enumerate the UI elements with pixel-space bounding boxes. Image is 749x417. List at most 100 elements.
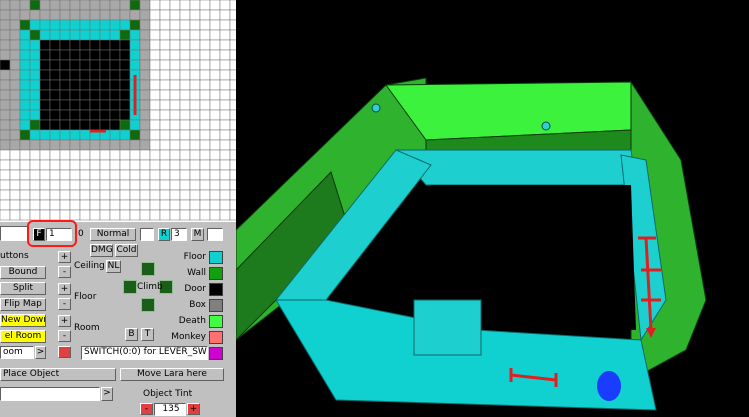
grid-cell[interactable] (209, 139, 221, 151)
grid-cell[interactable] (219, 39, 231, 51)
grid-cell[interactable] (99, 29, 111, 41)
grid-cell[interactable] (49, 139, 61, 151)
grid-cell[interactable] (29, 19, 41, 31)
grid-cell[interactable] (159, 0, 171, 11)
grid-cell[interactable] (109, 49, 121, 61)
grid-cell[interactable] (119, 129, 131, 141)
grid-cell[interactable] (149, 59, 161, 71)
grid-cell[interactable] (89, 69, 101, 81)
grid-cell[interactable] (209, 89, 221, 101)
grid-cell[interactable] (169, 179, 181, 191)
grid-cell[interactable] (159, 29, 171, 41)
grid-cell[interactable] (129, 19, 141, 31)
grid-cell[interactable] (169, 189, 181, 201)
grid-cell[interactable] (0, 199, 11, 211)
grid-cell[interactable] (59, 169, 71, 181)
grid-cell[interactable] (79, 139, 91, 151)
grid-cell[interactable] (79, 179, 91, 191)
grid-cell[interactable] (0, 169, 11, 181)
m-button[interactable]: M (191, 228, 204, 241)
grid-cell[interactable] (69, 9, 81, 21)
grid-cell[interactable] (189, 179, 201, 191)
grid-cell[interactable] (89, 169, 101, 181)
grid-cell[interactable] (149, 19, 161, 31)
grid-cell[interactable] (79, 0, 91, 11)
grid-cell[interactable] (99, 99, 111, 111)
grid-cell[interactable] (159, 149, 171, 161)
grid-cell[interactable] (29, 0, 41, 11)
grid-cell[interactable] (219, 129, 231, 141)
grid-cell[interactable] (49, 69, 61, 81)
grid-cell[interactable] (59, 69, 71, 81)
grid-cell[interactable] (209, 19, 221, 31)
tint-value-field[interactable]: 135 (154, 403, 186, 416)
grid-cell[interactable] (179, 89, 191, 101)
grid-cell[interactable] (119, 9, 131, 21)
grid-cell[interactable] (29, 179, 41, 191)
grid-cell[interactable] (99, 9, 111, 21)
grid-cell[interactable] (149, 199, 161, 211)
grid-cell[interactable] (0, 89, 11, 101)
grid-cell[interactable] (0, 119, 11, 131)
grid-cell[interactable] (149, 119, 161, 131)
grid-cell[interactable] (179, 19, 191, 31)
grid-cell[interactable] (29, 49, 41, 61)
grid-cell[interactable] (109, 9, 121, 21)
grid-cell[interactable] (189, 29, 201, 41)
grid-cell[interactable] (99, 59, 111, 71)
grid-cell[interactable] (99, 69, 111, 81)
grid-cell[interactable] (9, 179, 21, 191)
grid-cell[interactable] (0, 99, 11, 111)
grid-cell[interactable] (39, 179, 51, 191)
grid-cell[interactable] (99, 49, 111, 61)
grid-cell[interactable] (129, 59, 141, 71)
grid-cell[interactable] (29, 139, 41, 151)
grid-cell[interactable] (139, 119, 151, 131)
grid-cell[interactable] (129, 39, 141, 51)
grid-cell[interactable] (39, 99, 51, 111)
grid-cell[interactable] (19, 159, 31, 171)
grid-cell[interactable] (189, 209, 201, 221)
grid-cell[interactable] (139, 59, 151, 71)
grid-cell[interactable] (89, 139, 101, 151)
grid-cell[interactable] (0, 39, 11, 51)
grid-cell[interactable] (69, 189, 81, 201)
room-toggle[interactable]: R (158, 228, 170, 241)
grid-cell[interactable] (189, 109, 201, 121)
grid-cell[interactable] (159, 199, 171, 211)
grid-cell[interactable] (209, 49, 221, 61)
grid-cell[interactable] (69, 69, 81, 81)
grid-cell[interactable] (159, 99, 171, 111)
grid-cell[interactable] (209, 0, 221, 11)
grid-cell[interactable] (139, 49, 151, 61)
grid-cell[interactable] (199, 179, 211, 191)
grid-cell[interactable] (19, 179, 31, 191)
grid-cell[interactable] (129, 119, 141, 131)
grid-cell[interactable] (139, 9, 151, 21)
grid-cell[interactable] (9, 189, 21, 201)
t-button[interactable]: T (141, 328, 154, 341)
grid-cell[interactable] (0, 129, 11, 141)
grid-cell[interactable] (179, 169, 191, 181)
grid-cell[interactable] (0, 179, 11, 191)
grid-cell[interactable] (119, 89, 131, 101)
grid-cell[interactable] (209, 39, 221, 51)
grid-cell[interactable] (89, 189, 101, 201)
grid-cell[interactable] (129, 169, 141, 181)
grid-cell[interactable] (159, 139, 171, 151)
grid-cell[interactable] (159, 179, 171, 191)
grid-cell[interactable] (199, 49, 211, 61)
grid-cell[interactable] (159, 59, 171, 71)
grid-cell[interactable] (159, 159, 171, 171)
grid-cell[interactable] (109, 179, 121, 191)
grid-cell[interactable] (139, 99, 151, 111)
grid-cell[interactable] (189, 159, 201, 171)
grid-cell[interactable] (9, 29, 21, 41)
red-indicator[interactable] (58, 346, 71, 358)
grid-cell[interactable] (19, 19, 31, 31)
grid-cell[interactable] (169, 109, 181, 121)
grid-cell[interactable] (219, 119, 231, 131)
grid-cell[interactable] (69, 0, 81, 11)
grid-cell[interactable] (169, 169, 181, 181)
grid-cell[interactable] (79, 199, 91, 211)
